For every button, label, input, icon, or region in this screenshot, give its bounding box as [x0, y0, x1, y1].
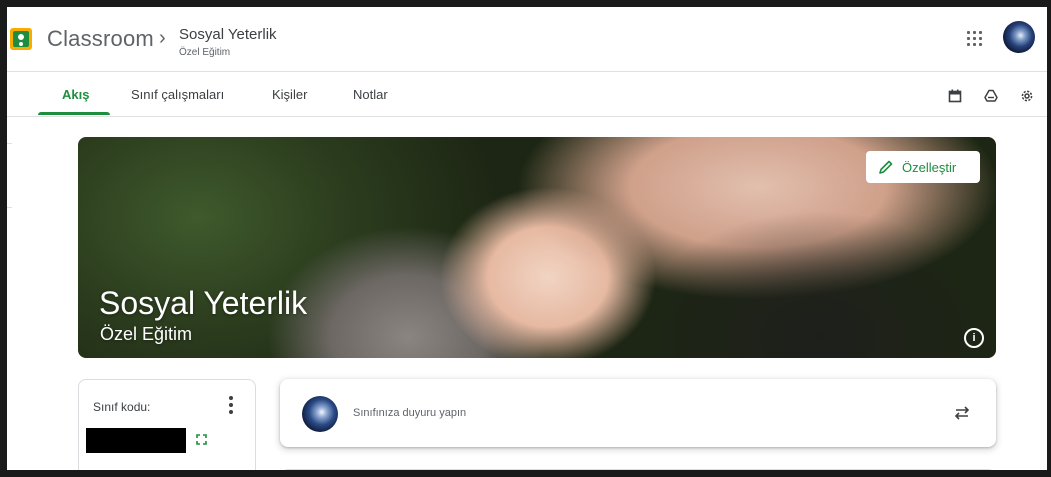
calendar-icon[interactable] — [948, 89, 962, 103]
tab-people[interactable]: Kişiler — [272, 87, 307, 102]
fullscreen-icon[interactable] — [196, 434, 207, 445]
tab-stream[interactable]: Akış — [62, 87, 89, 102]
apps-icon[interactable] — [967, 31, 983, 47]
tab-grades[interactable]: Notlar — [353, 87, 388, 102]
pencil-icon — [879, 160, 893, 174]
repost-icon[interactable] — [953, 403, 971, 423]
nav-rail-edge — [7, 117, 12, 470]
class-name[interactable]: Sosyal Yeterlik — [179, 26, 277, 43]
banner-class-section: Özel Eğitim — [100, 324, 193, 344]
stream-item — [280, 469, 996, 470]
chevron-right-icon: › — [159, 27, 166, 49]
top-app-bar: Classroom › Sosyal Yeterlik Özel Eğitim — [7, 7, 1047, 72]
active-tab-indicator — [38, 112, 110, 115]
more-vert-icon[interactable] — [229, 396, 233, 414]
class-code-value-redacted — [86, 428, 186, 453]
customize-label: Özelleştir — [902, 159, 957, 175]
announcement-placeholder[interactable]: Sınıfınıza duyuru yapın — [353, 407, 466, 419]
tab-bar: Akış Sınıf çalışmaları Kişiler Notlar — [7, 72, 1047, 117]
customize-button[interactable]: Özelleştir — [866, 151, 980, 183]
drive-icon[interactable] — [984, 89, 998, 103]
tab-classwork[interactable]: Sınıf çalışmaları — [131, 87, 224, 102]
class-section: Özel Eğitim — [179, 47, 231, 58]
classroom-logo-icon[interactable] — [10, 28, 32, 50]
class-code-card: Sınıf kodu: — [78, 379, 256, 470]
app-title[interactable]: Classroom — [47, 26, 154, 52]
class-code-label: Sınıf kodu: — [93, 400, 151, 414]
class-banner: Özelleştir Sosyal Yeterlik Özel Eğitim i — [78, 137, 996, 358]
info-icon[interactable]: i — [964, 328, 984, 348]
account-avatar[interactable] — [1003, 21, 1035, 53]
browser-frame: Classroom › Sosyal Yeterlik Özel Eğitim … — [0, 0, 1051, 477]
announcement-composer[interactable]: Sınıfınıza duyuru yapın — [280, 379, 996, 447]
user-avatar — [302, 396, 338, 432]
settings-icon[interactable] — [1020, 89, 1034, 103]
banner-class-title: Sosyal Yeterlik — [99, 285, 308, 321]
